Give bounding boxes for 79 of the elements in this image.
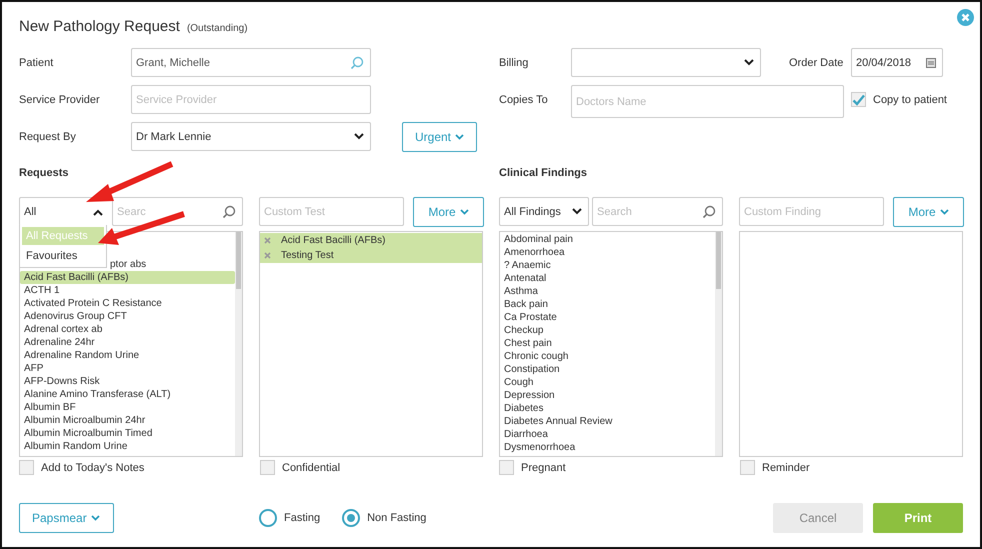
radio-label: Fasting [284, 512, 320, 524]
select-field[interactable] [571, 48, 761, 77]
list-item[interactable]: Albumin BF [20, 401, 235, 414]
patient-field[interactable]: Grant, Michelle [131, 48, 371, 77]
list-item[interactable]: Diabetes Annual Review [500, 415, 715, 428]
scrollbar[interactable] [235, 232, 242, 456]
list-item[interactable]: Antenatal [500, 272, 715, 285]
checkbox[interactable] [499, 460, 514, 475]
caret-down-icon [90, 515, 100, 521]
checkbox-label: Add to Today's Notes [41, 462, 144, 474]
search-icon[interactable] [350, 56, 364, 70]
list-item[interactable]: Ca Prostate [500, 311, 715, 324]
list-item[interactable]: Adrenaline Random Urine [20, 349, 235, 362]
list-item[interactable]: Alanine Amino Transferase (ALT) [20, 388, 235, 401]
search-icon[interactable] [702, 204, 716, 218]
search-icon[interactable] [222, 204, 236, 218]
field-label: Order Date [789, 56, 844, 68]
list-item[interactable]: Diabetes [500, 402, 715, 415]
list-item[interactable]: Acid Fast Bacilli (AFBs) [20, 271, 235, 284]
list-item[interactable]: Adrenal cortex ab [20, 323, 235, 336]
list-item[interactable]: Checkup [500, 324, 715, 337]
checkbox[interactable] [851, 92, 866, 107]
caret-down-icon [455, 134, 464, 140]
list-item[interactable]: Cough [500, 376, 715, 389]
selected-item[interactable]: Testing Test [260, 248, 482, 263]
list-item[interactable]: AFP-Downs Risk [20, 375, 235, 388]
filter-select[interactable]: All Findings [499, 197, 589, 226]
field-label: Copies To [499, 94, 549, 106]
caret-up-icon [93, 208, 103, 216]
list-item[interactable]: Depression [500, 389, 715, 402]
field-label: Billing [499, 56, 530, 68]
section-heading: Clinical Findings [499, 167, 588, 181]
remove-icon[interactable] [264, 252, 271, 259]
list-item[interactable]: Albumin Microalbumin 24hr [20, 414, 235, 427]
remove-icon[interactable] [264, 237, 271, 244]
list-item[interactable]: Activated Protein C Resistance [20, 297, 235, 310]
radio-button[interactable] [259, 509, 277, 527]
calendar-icon[interactable] [926, 58, 936, 68]
caret-down-icon [460, 209, 469, 215]
checkbox-label: Pregnant [521, 462, 566, 474]
caret-down-icon [940, 209, 949, 215]
checkbox-label: Copy to patient [873, 94, 947, 106]
field-label: Service Provider [19, 94, 101, 106]
checkbox[interactable] [740, 460, 755, 475]
list-item[interactable]: Diarrhoea [500, 428, 715, 441]
list-item[interactable]: Dysmenorrhoea [500, 441, 715, 454]
list-item[interactable]: Asthma [500, 285, 715, 298]
list-item[interactable]: Constipation [500, 363, 715, 376]
list-item[interactable]: Albumin Microalbumin Timed [20, 427, 235, 440]
list-item[interactable]: Back pain [500, 298, 715, 311]
list-item[interactable]: Adenovirus Group CFT [20, 310, 235, 323]
list-item[interactable]: Chest pain [500, 337, 715, 350]
dialog-title: New Pathology Request [19, 18, 180, 35]
field-label: Request By [19, 130, 77, 142]
list-item[interactable]: Albumin Random Urine [20, 440, 235, 453]
status-label: (Outstanding) [186, 23, 248, 34]
list-item[interactable]: Abdominal pain [500, 233, 715, 246]
section-heading: Requests [19, 167, 70, 181]
scrollbar[interactable] [715, 232, 722, 456]
radio-label: Non Fasting [367, 512, 426, 524]
radio-button[interactable] [342, 509, 360, 527]
checkbox-label: Confidential [282, 462, 340, 474]
list-item[interactable]: Chronic cough [500, 350, 715, 363]
list-item[interactable]: ? Anaemic [500, 259, 715, 272]
checkbox-label: Reminder [762, 462, 810, 474]
caret-down-icon [572, 208, 582, 215]
checkbox[interactable] [260, 460, 275, 475]
caret-down-icon [354, 133, 364, 140]
list-item[interactable]: Adrenaline 24hr [20, 336, 235, 349]
selected-item[interactable]: Acid Fast Bacilli (AFBs) [260, 233, 482, 248]
close-icon[interactable] [957, 9, 974, 26]
list-item[interactable]: Amenorrhoea [500, 246, 715, 259]
caret-down-icon [744, 59, 754, 66]
date-field[interactable]: 20/04/2018 [851, 48, 943, 77]
list-item[interactable]: ACTH 1 [20, 284, 235, 297]
field-label: Patient [19, 56, 54, 68]
list-item[interactable]: AFP [20, 362, 235, 375]
select-field[interactable]: Dr Mark Lennie [131, 122, 371, 151]
checkbox[interactable] [19, 460, 34, 475]
